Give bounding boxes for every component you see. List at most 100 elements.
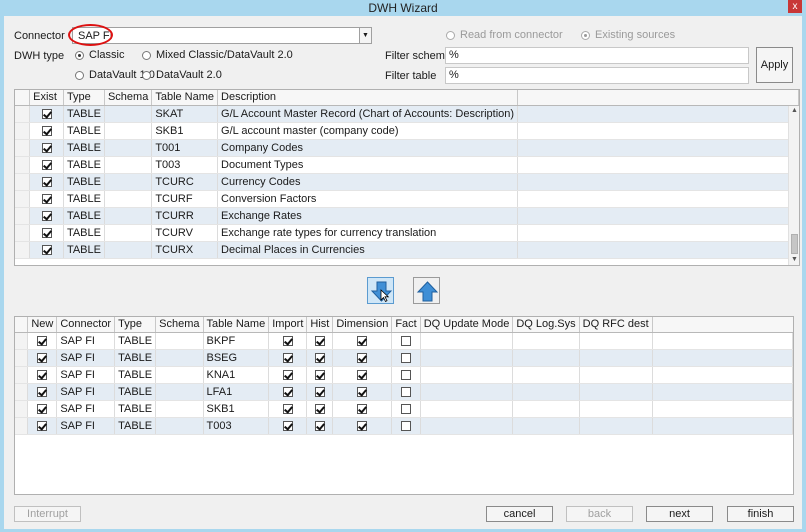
apply-button[interactable]: Apply [756, 47, 793, 83]
dimension-checkbox[interactable] [357, 335, 368, 346]
exist-checkbox[interactable] [41, 227, 52, 238]
col-fact[interactable]: Fact [391, 317, 421, 333]
target-table-row[interactable]: SAP FI TABLE BKPF [15, 332, 793, 350]
radio-mixed-classic-datavault[interactable]: Mixed Classic/DataVault 2.0 [142, 49, 293, 61]
filter-table-input[interactable]: % [445, 67, 749, 84]
col-dimension[interactable]: Dimension [332, 317, 393, 333]
target-table-row[interactable]: SAP FI TABLE KNA1 [15, 366, 793, 384]
source-table-row[interactable]: TABLE TCURV Exchange rate types for curren… [15, 224, 799, 242]
dimension-checkbox[interactable] [357, 386, 368, 397]
dimension-checkbox[interactable] [357, 369, 368, 380]
finish-button[interactable]: finish [727, 506, 794, 522]
close-button[interactable]: x [788, 0, 802, 13]
target-table-row[interactable]: SAP FI TABLE LFA1 [15, 383, 793, 401]
hist-checkbox[interactable] [314, 369, 325, 380]
hist-checkbox[interactable] [314, 386, 325, 397]
exist-checkbox[interactable] [41, 159, 52, 170]
exist-checkbox[interactable] [41, 193, 52, 204]
dq-log-sys-cell [512, 366, 580, 384]
back-button[interactable]: back [566, 506, 633, 522]
import-checkbox[interactable] [282, 420, 293, 431]
dimension-checkbox[interactable] [357, 420, 368, 431]
new-checkbox[interactable] [37, 369, 48, 380]
import-checkbox[interactable] [282, 386, 293, 397]
source-vertical-scrollbar[interactable]: ▲ ▼ [788, 106, 799, 265]
col-description[interactable]: Description [217, 90, 519, 106]
col-import[interactable]: Import [268, 317, 308, 333]
source-table-row[interactable]: TABLE TCURF Conversion Factors [15, 190, 799, 208]
hist-checkbox[interactable] [314, 335, 325, 346]
col-hist[interactable]: Hist [306, 317, 334, 333]
connector-dropdown[interactable]: SAP FI ▼ [72, 27, 372, 44]
import-checkbox[interactable] [282, 352, 293, 363]
new-checkbox[interactable] [37, 420, 48, 431]
scroll-down-icon[interactable]: ▼ [789, 255, 799, 265]
hist-checkbox[interactable] [314, 403, 325, 414]
target-table-row[interactable]: SAP FI TABLE BSEG [15, 349, 793, 367]
radio-datavault-2[interactable]: DataVault 2.0 [142, 69, 222, 81]
exist-checkbox[interactable] [41, 108, 52, 119]
col-table-name[interactable]: Table Name [151, 90, 219, 106]
fact-checkbox[interactable] [401, 420, 412, 431]
new-checkbox[interactable] [37, 386, 48, 397]
source-table-row[interactable]: TABLE TCURR Exchange Rates [15, 207, 799, 225]
col-schema[interactable]: Schema [155, 317, 204, 333]
radio-classic[interactable]: Classic [75, 49, 124, 61]
import-checkbox[interactable] [282, 403, 293, 414]
dimension-checkbox[interactable] [357, 403, 368, 414]
import-checkbox[interactable] [282, 369, 293, 380]
hist-checkbox[interactable] [314, 420, 325, 431]
col-filler [517, 90, 799, 106]
source-table-row[interactable]: TABLE SKAT G/L Account Master Record (Char… [15, 105, 799, 123]
filter-schema-input[interactable]: % [445, 47, 749, 64]
scroll-thumb[interactable] [791, 234, 798, 254]
radio-read-from-connector[interactable]: Read from connector [446, 29, 563, 41]
target-table-row[interactable]: SAP FI TABLE T003 [15, 417, 793, 435]
source-table-row[interactable]: TABLE TCURX Decimal Places in Currencies [15, 241, 799, 259]
cancel-button[interactable]: cancel [486, 506, 553, 522]
filler-cell [517, 190, 799, 208]
import-checkbox[interactable] [282, 335, 293, 346]
filler-cell [517, 122, 799, 140]
new-checkbox[interactable] [37, 335, 48, 346]
exist-checkbox[interactable] [41, 142, 52, 153]
col-dq-update-mode[interactable]: DQ Update Mode [420, 317, 514, 333]
radio-existing-sources[interactable]: Existing sources [581, 29, 675, 41]
description-cell: Exchange Rates [217, 207, 519, 225]
move-down-button[interactable] [367, 277, 394, 304]
col-dq-log-sys[interactable]: DQ Log.Sys [512, 317, 580, 333]
exist-checkbox[interactable] [41, 176, 52, 187]
new-checkbox[interactable] [37, 403, 48, 414]
col-dq-rfc-dest[interactable]: DQ RFC dest [579, 317, 653, 333]
dimension-checkbox[interactable] [357, 352, 368, 363]
source-table-row[interactable]: TABLE T003 Document Types [15, 156, 799, 174]
new-checkbox[interactable] [37, 352, 48, 363]
next-button[interactable]: next [646, 506, 713, 522]
chevron-down-icon[interactable]: ▼ [359, 28, 371, 43]
fact-checkbox[interactable] [401, 386, 412, 397]
source-table-row[interactable]: TABLE TCURC Currency Codes [15, 173, 799, 191]
exist-checkbox[interactable] [41, 244, 52, 255]
col-new[interactable]: New [27, 317, 58, 333]
fact-checkbox[interactable] [401, 403, 412, 414]
source-table-row[interactable]: TABLE T001 Company Codes [15, 139, 799, 157]
col-type[interactable]: Type [114, 317, 157, 333]
target-table-row[interactable]: SAP FI TABLE SKB1 [15, 400, 793, 418]
col-connector[interactable]: Connector [56, 317, 116, 333]
radio-dot [142, 50, 151, 60]
fact-checkbox[interactable] [401, 352, 412, 363]
exist-checkbox[interactable] [41, 125, 52, 136]
move-up-button[interactable] [413, 277, 440, 304]
interrupt-button[interactable]: Interrupt [14, 506, 81, 522]
fact-checkbox[interactable] [401, 369, 412, 380]
source-table-row[interactable]: TABLE SKB1 G/L account master (company cod… [15, 122, 799, 140]
dq-rfc-dest-cell [579, 417, 653, 435]
hist-checkbox[interactable] [314, 352, 325, 363]
scroll-up-icon[interactable]: ▲ [789, 106, 799, 116]
fact-checkbox[interactable] [401, 335, 412, 346]
col-type[interactable]: Type [63, 90, 105, 106]
col-schema[interactable]: Schema [104, 90, 153, 106]
col-exist[interactable]: Exist [29, 90, 64, 106]
col-table-name[interactable]: Table Name [203, 317, 270, 333]
exist-checkbox[interactable] [41, 210, 52, 221]
